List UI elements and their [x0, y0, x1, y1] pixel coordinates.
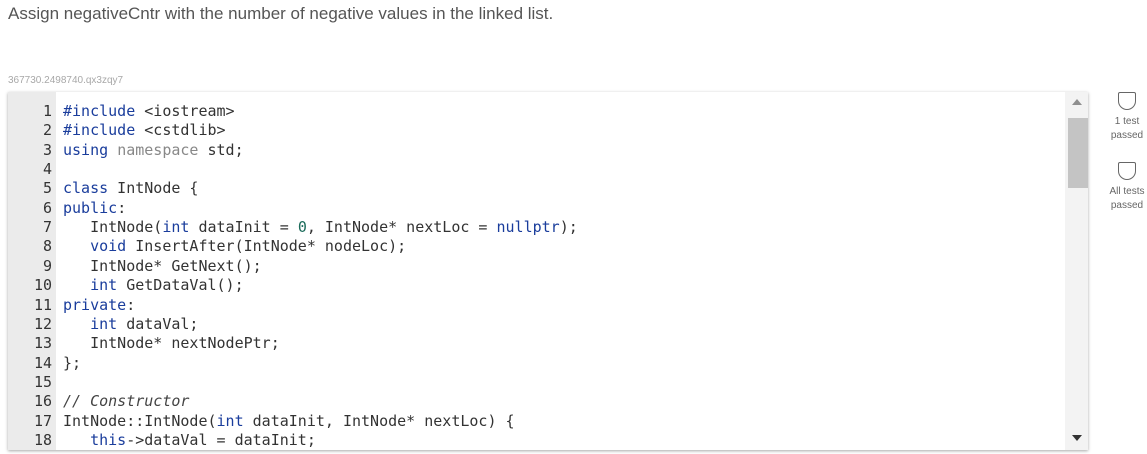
line-number: 17: [33, 411, 52, 430]
line-number: 14: [33, 353, 52, 372]
code-text[interactable]: #include <iostream>: [63, 102, 235, 121]
test-status-line1: All tests: [1109, 186, 1145, 197]
code-text[interactable]: IntNode* GetNext();: [63, 257, 262, 276]
line-number: 11: [33, 295, 52, 314]
scrollbar-thumb[interactable]: [1068, 118, 1088, 188]
test-status-line1: 1 test: [1114, 116, 1140, 127]
line-number: 6: [42, 198, 52, 217]
code-text[interactable]: IntNode(int dataInit = 0, IntNode* nextL…: [63, 218, 578, 237]
line-number: 13: [33, 334, 52, 353]
line-number: 5: [42, 179, 52, 198]
code-text[interactable]: class IntNode {: [63, 179, 198, 198]
scroll-down-arrow-icon[interactable]: [1072, 435, 1082, 441]
line-number: 8: [42, 237, 52, 256]
line-number: 15: [33, 372, 52, 391]
test-check-icon: [1118, 162, 1136, 180]
line-number: 4: [42, 160, 52, 179]
test-status-1: 1 test passed: [1104, 92, 1147, 143]
code-text[interactable]: };: [63, 354, 81, 373]
line-number: 9: [42, 256, 52, 275]
line-number: 3: [42, 140, 52, 159]
code-text[interactable]: private:: [63, 296, 135, 315]
code-text[interactable]: this->dataVal = dataInit;: [63, 431, 316, 450]
code-text[interactable]: public:: [63, 199, 126, 218]
line-number: 12: [33, 314, 52, 333]
code-text[interactable]: IntNode::IntNode(int dataInit, IntNode* …: [63, 412, 515, 431]
test-status-line2: passed: [1110, 200, 1144, 211]
scroll-up-arrow-icon[interactable]: [1072, 99, 1082, 105]
code-editor[interactable]: 1 #include <iostream> 2 #include <cstdlib> 3…: [8, 92, 1088, 450]
code-text[interactable]: // Constructor: [63, 392, 189, 411]
code-text[interactable]: int GetDataVal();: [63, 276, 244, 295]
test-status-2: All tests passed: [1104, 162, 1147, 213]
code-text[interactable]: int dataVal;: [63, 315, 198, 334]
line-number: 2: [42, 121, 52, 140]
code-text[interactable]: using namespace std;: [63, 141, 244, 160]
code-text[interactable]: #include <cstdlib>: [63, 121, 226, 140]
test-check-icon: [1118, 92, 1136, 110]
line-number: 16: [33, 392, 52, 411]
vertical-scrollbar[interactable]: [1065, 92, 1088, 450]
challenge-id: 367730.2498740.qx3zqy7: [8, 75, 124, 86]
code-text[interactable]: void InsertAfter(IntNode* nodeLoc);: [63, 237, 406, 256]
line-number: 18: [33, 430, 52, 449]
test-status-line2: passed: [1110, 130, 1144, 141]
line-number: 10: [33, 276, 52, 295]
prompt-text: Assign negativeCntr with the number of n…: [8, 4, 554, 23]
line-number: 1: [42, 102, 52, 120]
line-number: 7: [42, 218, 52, 237]
code-text[interactable]: IntNode* nextNodePtr;: [63, 334, 280, 353]
